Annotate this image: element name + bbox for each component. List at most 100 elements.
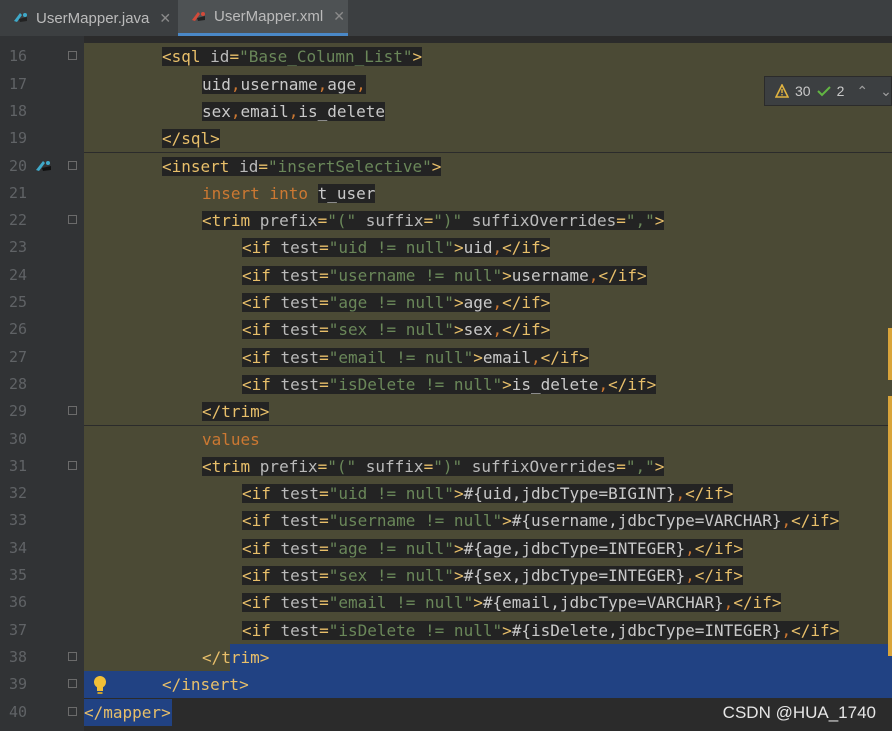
- code-line[interactable]: 29 </trim>: [0, 398, 892, 425]
- line-number: 19: [8, 129, 27, 148]
- code-token: age: [463, 293, 493, 312]
- code-token: </sql>: [162, 129, 220, 149]
- code-token: >: [412, 47, 423, 67]
- code-token: insert into: [202, 183, 318, 203]
- code-line[interactable]: 18 sex,email,is_delete: [0, 98, 892, 125]
- lightbulb-icon[interactable]: [93, 675, 107, 695]
- code-token: "(": [327, 211, 366, 231]
- code-token: sex: [463, 320, 493, 340]
- code-line[interactable]: 15: [0, 36, 892, 43]
- code-token: >: [453, 238, 464, 258]
- code-token: ,: [588, 265, 599, 285]
- line-number: 32: [8, 484, 27, 503]
- code-token: =: [319, 511, 329, 531]
- code-text: </trim>: [202, 398, 270, 425]
- code-token: >: [502, 620, 512, 640]
- fold-marker-icon[interactable]: [68, 679, 77, 689]
- code-token: =: [319, 538, 329, 558]
- scrollbar-marker[interactable]: [888, 396, 892, 656]
- code-line[interactable]: 16 <sql id="Base_Column_List">: [0, 43, 892, 70]
- code-line[interactable]: 19 </sql>: [0, 125, 892, 152]
- code-token: ,: [492, 238, 503, 258]
- close-icon[interactable]: ✕: [159, 10, 171, 27]
- fold-marker-icon[interactable]: [68, 51, 77, 61]
- code-line[interactable]: 23 <if test="uid != null">uid,</if>: [0, 234, 892, 261]
- code-line[interactable]: 30 values: [0, 426, 892, 453]
- line-number: 22: [8, 211, 27, 230]
- code-token: ,: [598, 374, 609, 394]
- line-number: 35: [8, 566, 27, 584]
- mapper-link-icon[interactable]: [34, 157, 54, 177]
- fold-marker-icon[interactable]: [68, 460, 77, 470]
- scrollbar-marker[interactable]: [888, 328, 892, 380]
- code-line[interactable]: 34 <if test="age != null">#{age,jdbcType=…: [0, 535, 892, 562]
- code-line[interactable]: 17 uid,username,age,: [0, 71, 892, 98]
- code-line[interactable]: 32 <if test="uid != null">#{uid,jdbcType=…: [0, 480, 892, 507]
- code-token: "Base_Column_List": [239, 47, 413, 67]
- code-editor[interactable]: 1516<sql id="Base_Column_List">17uid,use…: [0, 36, 892, 731]
- tab-usermapper-java[interactable]: UserMapper.java ✕: [0, 0, 178, 36]
- code-line[interactable]: 37 <if test="isDelete != null">#{isDelete…: [0, 617, 892, 644]
- code-line[interactable]: 21 insert into t_user: [0, 180, 892, 207]
- code-text: </insert>: [162, 671, 249, 698]
- code-token: >: [502, 265, 512, 285]
- code-line[interactable]: 36 <if test="email != null">#{email,jdbcT…: [0, 589, 892, 616]
- line-number: 25: [8, 293, 27, 311]
- chevron-down-icon[interactable]: ⌄: [880, 83, 892, 100]
- code-line[interactable]: 31 <trim prefix="(" suffix=")" suffixOver…: [0, 453, 892, 480]
- code-text: </trim>: [202, 644, 269, 671]
- code-token: ,: [230, 74, 241, 94]
- code-line[interactable]: 39 </insert>: [0, 671, 892, 698]
- code-line[interactable]: 35 <if test="sex != null">#{sex,jdbcType=…: [0, 562, 892, 589]
- check-icon: [816, 84, 831, 98]
- code-token: "sex != null": [328, 320, 454, 340]
- code-line[interactable]: 22 <trim prefix="(" suffix=")" suffixOver…: [0, 207, 892, 234]
- code-line[interactable]: 28 <if test="isDelete != null">is_delete,…: [0, 371, 892, 398]
- code-token: >: [502, 374, 512, 394]
- code-token: =: [319, 293, 329, 312]
- code-token: ,: [492, 293, 503, 312]
- code-line[interactable]: 27 <if test="email != null">email,</if>: [0, 344, 892, 371]
- close-icon[interactable]: ✕: [333, 8, 345, 25]
- code-token: </if>: [540, 347, 589, 367]
- code-token: ")": [433, 456, 472, 476]
- inspection-widget[interactable]: 30 2 ⌃ ⌄: [764, 76, 892, 106]
- line-number: 30: [8, 429, 27, 448]
- code-line[interactable]: 33 <if test="username != null">#{username…: [0, 507, 892, 534]
- code-token: ,: [723, 593, 734, 613]
- line-number: 16: [8, 47, 27, 66]
- code-token: =: [319, 320, 329, 340]
- tab-usermapper-xml[interactable]: UserMapper.xml ✕: [178, 0, 348, 36]
- code-text: <if test="username != null">#{username,j…: [242, 507, 840, 534]
- code-token: >: [453, 566, 464, 585]
- fold-marker-icon[interactable]: [68, 651, 77, 661]
- code-token: =: [423, 456, 434, 476]
- code-token: <if: [242, 484, 281, 504]
- chevron-up-icon[interactable]: ⌃: [856, 83, 868, 100]
- fold-marker-icon[interactable]: [68, 160, 77, 170]
- fold-marker-icon[interactable]: [68, 215, 77, 225]
- code-token: "email != null": [328, 593, 474, 613]
- code-line[interactable]: 25 <if test="age != null">age,</if>: [0, 289, 892, 316]
- code-line[interactable]: 24 <if test="username != null">username,<…: [0, 262, 892, 289]
- code-token: #{email,jdbcType=VARCHAR}: [482, 593, 724, 613]
- code-token: =: [423, 211, 434, 231]
- fold-marker-icon[interactable]: [68, 406, 77, 416]
- warning-count: 30: [795, 83, 811, 99]
- code-token: =: [616, 211, 626, 231]
- code-token: </mapper>: [84, 702, 171, 722]
- fold-marker-icon[interactable]: [68, 706, 77, 716]
- code-token: test: [280, 265, 320, 285]
- line-number: 36: [8, 593, 27, 612]
- code-token: =: [317, 456, 328, 476]
- code-token: ,: [685, 566, 695, 585]
- code-token: ",": [625, 456, 655, 476]
- code-line[interactable]: 20 <insert id="insertSelective">: [0, 153, 892, 180]
- code-token: <if: [242, 566, 281, 585]
- code-text: sex,email,is_delete: [202, 98, 386, 125]
- code-line[interactable]: 38 </trim>: [0, 644, 892, 671]
- code-line[interactable]: 26 <if test="sex != null">sex,</if>: [0, 316, 892, 343]
- line-number: 27: [8, 347, 27, 366]
- code-token: test: [280, 238, 320, 258]
- code-token: test: [280, 566, 320, 585]
